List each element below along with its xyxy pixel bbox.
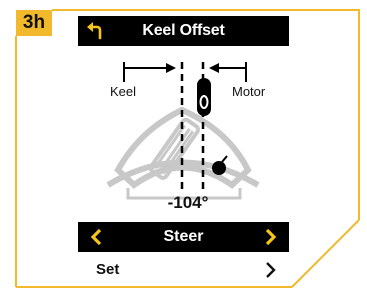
motor-label: Motor [232,84,266,99]
keel-label: Keel [110,84,137,99]
chevron-right-icon [265,228,277,246]
set-row[interactable]: Set [78,256,289,284]
keel-arrow-head [166,63,176,73]
keel-weight-ball [212,161,226,175]
mode-next-button[interactable] [259,225,283,249]
set-label: Set [96,261,120,278]
mode-label: Steer [163,228,204,245]
angle-readout: -104° [167,193,209,212]
motor-arrow-head [209,63,219,73]
keel-weight-rod [221,155,228,163]
mode-selector: Steer [78,222,289,252]
chevron-right-icon [266,262,276,278]
